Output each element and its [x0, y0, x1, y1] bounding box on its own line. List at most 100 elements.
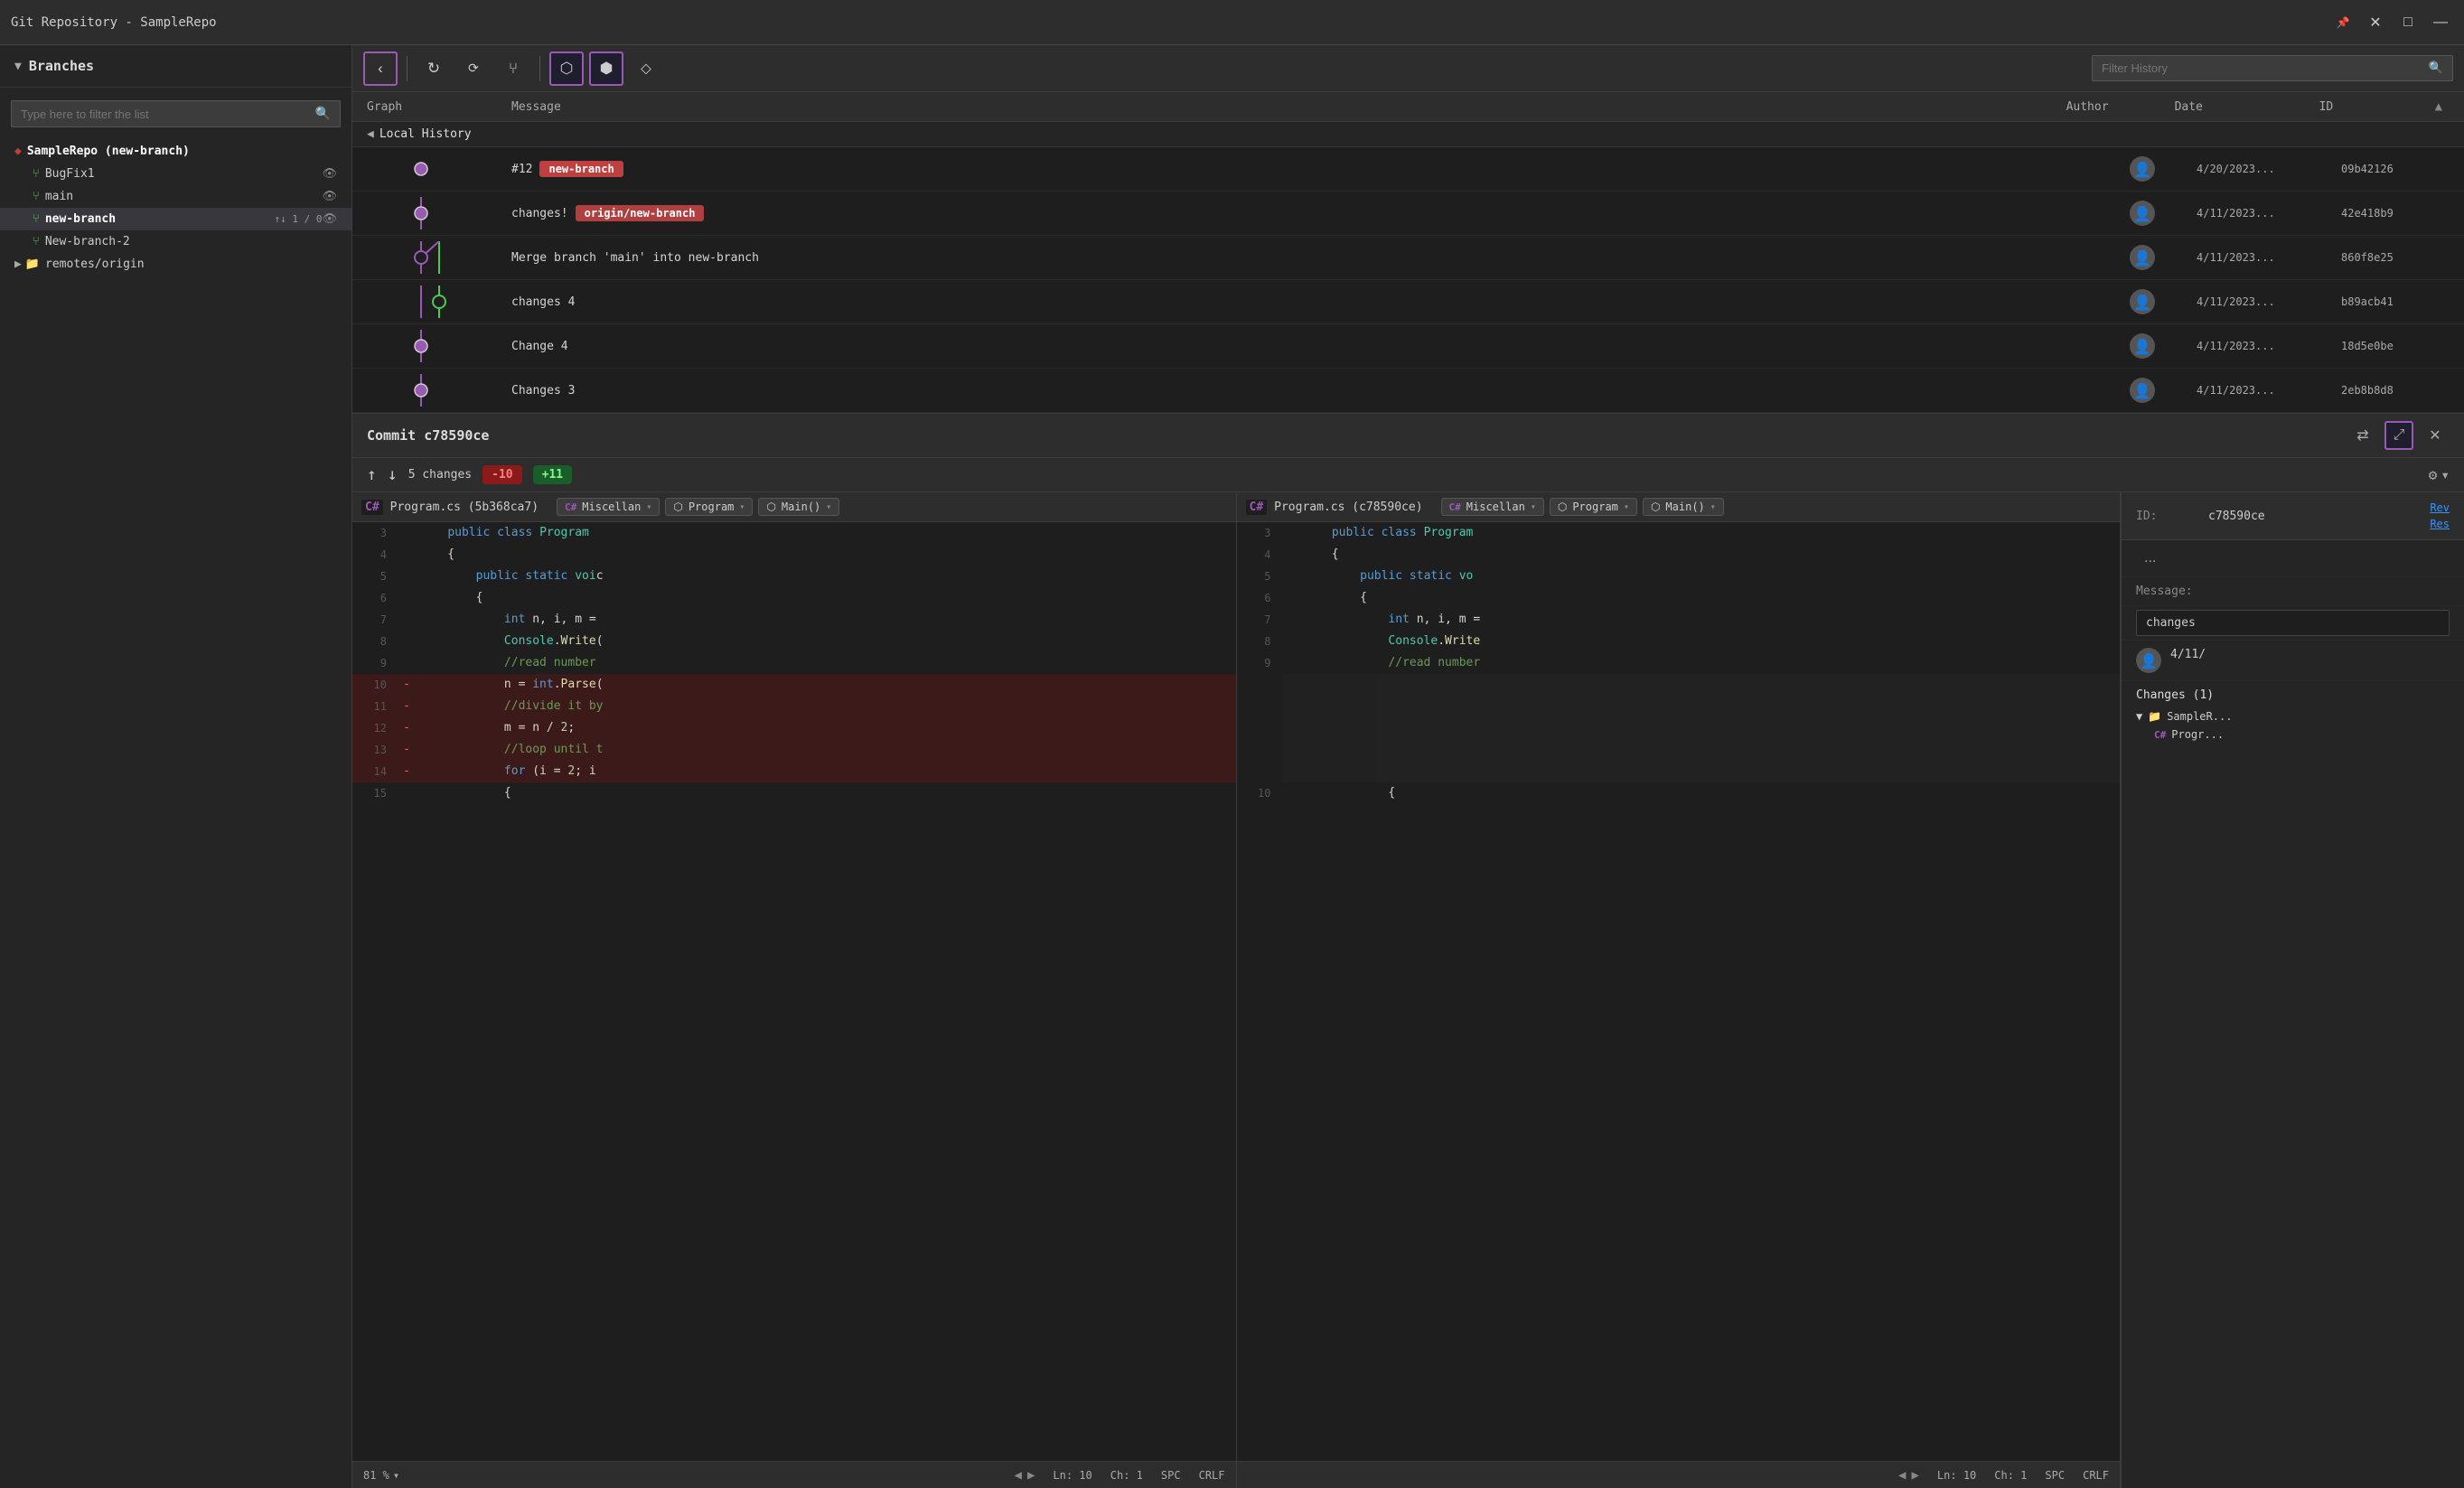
history-row[interactable]: Changes 3 👤 4/11/2023... 2eb8b8d8: [352, 369, 2464, 413]
branch-search-input[interactable]: [21, 108, 315, 121]
code-line-dimmed: [1237, 696, 2121, 717]
id-value: c78590ce: [2208, 510, 2421, 523]
branch-icon: ⑂: [33, 167, 40, 181]
col-message-header: Message: [511, 100, 2066, 114]
history-row[interactable]: changes 4 👤 4/11/2023... b89acb41: [352, 280, 2464, 324]
code-line: 4 {: [352, 544, 1236, 566]
gear-icon: ⚙: [2429, 466, 2438, 483]
remotes-origin[interactable]: ▶ 📁 remotes/origin: [0, 253, 351, 276]
zoom-control[interactable]: 81 % ▾: [363, 1469, 399, 1482]
scroll-left-btn[interactable]: ◀: [1898, 1468, 1906, 1483]
left-diff-code[interactable]: 3 public class Program 4 {: [352, 522, 1236, 1461]
commit-title: Commit c78590ce: [367, 427, 2348, 444]
class-breadcrumb[interactable]: ⬡ Program ▾: [665, 498, 753, 516]
revert-link[interactable]: Rev: [2430, 501, 2450, 514]
reset-link[interactable]: Res: [2430, 518, 2450, 530]
scroll-up-button[interactable]: ▲: [2428, 99, 2450, 114]
right-diff-panel: C# Program.cs (c78590ce) C# Miscellan ▾ …: [1237, 492, 2122, 1488]
eol-info: CRLF: [1199, 1469, 1225, 1482]
date-cell: 4/11/2023...: [2197, 295, 2341, 308]
author-row: 👤 4/11/: [2122, 641, 2464, 681]
graph-cell: [367, 285, 511, 318]
back-button[interactable]: ‹: [363, 51, 398, 86]
code-line: 9 //read number: [352, 652, 1236, 674]
repo-root-item[interactable]: ◆ SampleRepo (new-branch): [0, 140, 351, 163]
right-diff-code[interactable]: 3 public class Program 4 {: [1237, 522, 2121, 1461]
folder-name: SampleR...: [2167, 710, 2232, 723]
ch-right-value: Ch: 1: [1994, 1469, 2027, 1482]
changes-count: 5 changes: [408, 468, 472, 482]
filter-history-box[interactable]: 🔍: [2092, 55, 2453, 81]
branch-main[interactable]: ⑂ main 👁: [0, 185, 351, 208]
breadcrumb-chevron: ▾: [1531, 502, 1536, 512]
msg-cell: changes! origin/new-branch: [511, 205, 2088, 221]
refresh-button[interactable]: ↻: [417, 51, 451, 86]
close-button[interactable]: ✕: [2363, 10, 2388, 35]
date-cell: 4/11/2023...: [2197, 251, 2341, 264]
branch-search-box[interactable]: 🔍: [11, 100, 341, 127]
branches-chevron: ▼: [14, 60, 22, 73]
scroll-horiz-right: ◀ ▶: [1898, 1468, 1919, 1483]
right-status-bar: ◀ ▶ Ln: 10 Ch: 1 SPC CRLF: [1237, 1461, 2121, 1488]
settings-chevron-icon: ▾: [2441, 466, 2450, 483]
filter-history-input[interactable]: [2102, 61, 2429, 75]
changes-tree: Changes (1) ▼ 📁 SampleR... C# Progr...: [2122, 681, 2464, 1488]
right-namespace-breadcrumb[interactable]: C# Miscellan ▾: [1441, 498, 1544, 516]
code-line: 5 public static vo: [1237, 566, 2121, 587]
file-name-tree: Progr...: [2171, 728, 2224, 741]
minimize-button[interactable]: —: [2428, 10, 2453, 35]
code-line-removed: 14 - for (i = 2; i: [352, 761, 1236, 782]
prev-change-button[interactable]: ↑: [367, 465, 377, 484]
pull-button[interactable]: ⑂: [496, 51, 530, 86]
avatar: 👤: [2130, 378, 2155, 403]
ch-info-right: Ch: 1: [1994, 1469, 2027, 1482]
inline-diff-button[interactable]: ⇄: [2348, 421, 2377, 450]
id-label: ID:: [2136, 510, 2199, 523]
encoding-info: SPC: [1161, 1469, 1181, 1482]
eol-value: CRLF: [1199, 1469, 1225, 1482]
local-history-header[interactable]: ◀ Local History: [352, 122, 2464, 147]
right-method-breadcrumb[interactable]: ⬡ Main() ▾: [1643, 498, 1724, 516]
pin-button[interactable]: 📌: [2330, 10, 2356, 35]
code-line: 15 {: [352, 782, 1236, 804]
right-file-name: Program.cs (c78590ce): [1274, 501, 1422, 514]
branch-new-branch[interactable]: ⑂ new-branch ↑↓ 1 / 0 👁: [0, 208, 351, 230]
maximize-button[interactable]: □: [2395, 10, 2421, 35]
history-row[interactable]: #12 new-branch 👤 4/20/2023... 09b42126: [352, 147, 2464, 192]
date-cell: 4/11/2023...: [2197, 207, 2341, 220]
eye-icon: 👁: [322, 190, 337, 203]
code-line: 3 public class Program: [352, 522, 1236, 544]
more-options-button[interactable]: ...: [2136, 544, 2164, 573]
branch-bugfix1[interactable]: ⑂ BugFix1 👁: [0, 163, 351, 185]
scroll-right-btn[interactable]: ▶: [1911, 1468, 1918, 1483]
breadcrumb-chevron: ▾: [1624, 502, 1629, 512]
changes-file[interactable]: C# Progr...: [2136, 725, 2450, 744]
zoom-value: 81 %: [363, 1469, 389, 1482]
history-rows: #12 new-branch 👤 4/20/2023... 09b42126: [352, 147, 2464, 413]
graph-cell: [367, 197, 511, 229]
date-cell: 4/20/2023...: [2197, 163, 2341, 175]
right-class-breadcrumb[interactable]: ⬡ Program ▾: [1550, 498, 1637, 516]
settings-button[interactable]: ⚙ ▾: [2429, 466, 2450, 483]
method-breadcrumb[interactable]: ⬡ Main() ▾: [758, 498, 839, 516]
history-row[interactable]: Change 4 👤 4/11/2023... 18d5e0be: [352, 324, 2464, 369]
close-detail-button[interactable]: ✕: [2421, 421, 2450, 450]
scroll-left-button[interactable]: ◀: [1015, 1468, 1022, 1483]
history-row[interactable]: Merge branch 'main' into new-branch 👤 4/…: [352, 236, 2464, 280]
history-row[interactable]: changes! origin/new-branch 👤 4/11/2023..…: [352, 192, 2464, 236]
graph2-button[interactable]: ⬢: [589, 51, 623, 86]
fetch-button[interactable]: ⟳: [456, 51, 491, 86]
message-row: Message:: [2122, 577, 2464, 606]
namespace-breadcrumb[interactable]: C# Miscellan ▾: [557, 498, 660, 516]
breadcrumb-class-icon-r: ⬡: [1558, 501, 1567, 513]
tag-button[interactable]: ⬦: [629, 51, 663, 86]
branch-new-branch-2[interactable]: ⑂ New-branch-2: [0, 230, 351, 253]
next-change-button[interactable]: ↓: [388, 465, 398, 484]
left-diff-panel: C# Program.cs (5b368ca7) C# Miscellan ▾ …: [352, 492, 1237, 1488]
branch-new-branch-2-label: New-branch-2: [45, 235, 337, 248]
scroll-right-button[interactable]: ▶: [1027, 1468, 1035, 1483]
breadcrumb-chevron: ▾: [739, 502, 745, 512]
main-toolbar: ‹ ↻ ⟳ ⑂ ⬡ ⬢ ⬦ 🔍: [352, 45, 2464, 92]
expand-button[interactable]: ⤢: [2384, 421, 2413, 450]
graph1-button[interactable]: ⬡: [549, 51, 584, 86]
